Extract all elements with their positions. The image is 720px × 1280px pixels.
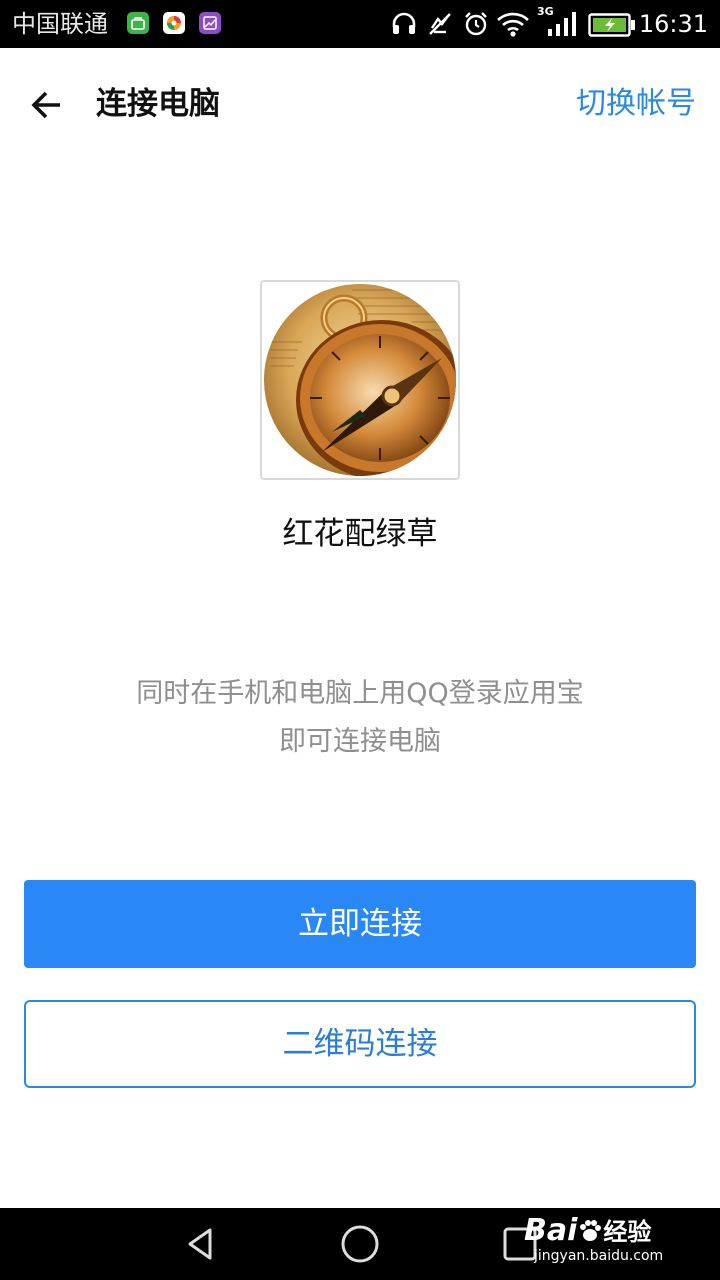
carrier-label: 中国联通 <box>12 10 108 38</box>
notification-app-icon <box>127 12 149 34</box>
avatar <box>260 280 460 480</box>
status-bar: 中国联通 3G 16:31 <box>0 0 720 48</box>
switch-account-link[interactable]: 切换帐号 <box>576 84 696 124</box>
qr-connect-button[interactable]: 二维码连接 <box>24 1000 696 1088</box>
nav-back-button[interactable] <box>160 1208 240 1280</box>
nav-home-icon <box>341 1225 379 1263</box>
watermark-url: jingyan.baidu.com <box>534 1248 664 1264</box>
signal-icon <box>548 12 576 36</box>
connect-now-button[interactable]: 立即连接 <box>24 880 696 968</box>
app-bar: 连接电脑 切换帐号 <box>0 48 720 160</box>
clock: 16:31 <box>638 10 708 38</box>
hint-line-1: 同时在手机和电脑上用QQ登录应用宝 <box>136 678 584 709</box>
battery-charging-icon <box>588 13 635 37</box>
arrow-left-icon <box>31 91 60 119</box>
hint-line-2: 即可连接电脑 <box>279 726 441 757</box>
baidu-jingyan-watermark: Bai 经验 jingyan.baidu.com <box>524 1212 684 1268</box>
nav-back-icon <box>188 1228 212 1260</box>
paw-icon <box>580 1220 602 1241</box>
back-button[interactable] <box>26 84 68 126</box>
watermark-logo-text: Bai <box>524 1213 578 1248</box>
compass-avatar-image <box>264 284 456 476</box>
vibrate-off-icon <box>429 13 451 35</box>
page-title: 连接电脑 <box>96 86 220 122</box>
headphones-icon <box>392 12 416 34</box>
username: 红花配绿草 <box>282 516 438 552</box>
notification-gallery-icon <box>199 12 221 34</box>
alarm-icon <box>465 12 487 36</box>
nav-home-button[interactable] <box>320 1208 400 1280</box>
wifi-icon <box>497 12 529 37</box>
watermark-logo-suffix: 经验 <box>603 1218 652 1246</box>
notification-app-icon <box>163 12 185 34</box>
